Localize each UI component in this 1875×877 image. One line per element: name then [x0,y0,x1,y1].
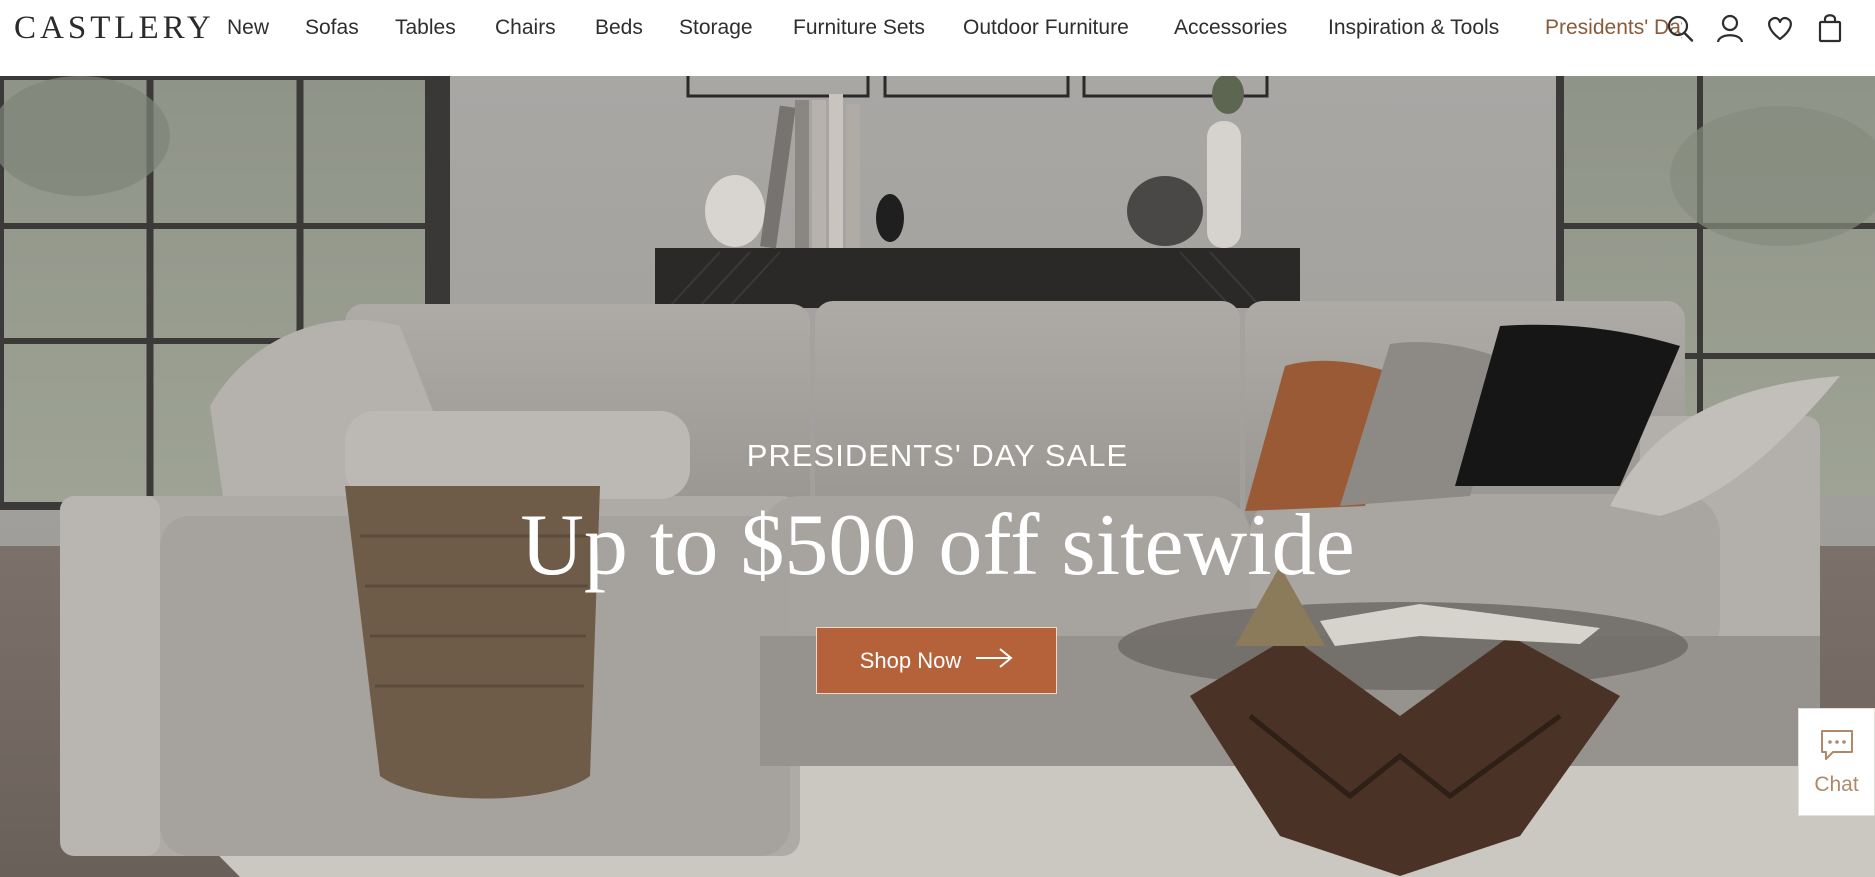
nav-item-inspiration-tools[interactable]: Inspiration & Tools [1328,15,1499,41]
main-nav: New Sofas Tables Chairs Beds Storage Fur… [227,0,1682,56]
chat-bubble-icon [1819,728,1855,767]
nav-item-tables[interactable]: Tables [395,15,456,41]
nav-item-chairs[interactable]: Chairs [495,15,556,41]
site-header: CASTLERY New Sofas Tables Chairs Beds St… [0,0,1875,76]
arrow-right-icon [975,647,1013,674]
nav-item-new[interactable]: New [227,15,269,41]
nav-item-beds[interactable]: Beds [595,15,643,41]
nav-item-outdoor-furniture[interactable]: Outdoor Furniture [963,15,1129,41]
shopping-bag-icon[interactable] [1815,12,1845,44]
nav-item-presidents-day-sale[interactable]: Presidents' Day Sale [1545,15,1682,41]
shop-now-label: Shop Now [859,647,962,673]
nav-item-storage[interactable]: Storage [679,15,753,41]
hero-eyebrow: PRESIDENTS' DAY SALE [746,438,1129,473]
hero-banner: PRESIDENTS' DAY SALE Up to $500 off site… [0,76,1875,877]
chat-label: Chat [1814,772,1859,796]
castlery-logo[interactable]: CASTLERY [14,10,215,46]
nav-item-accessories[interactable]: Accessories [1174,15,1287,41]
living-room-hero-image [0,76,1875,877]
wishlist-heart-icon[interactable] [1765,12,1795,44]
search-icon[interactable] [1665,12,1695,44]
hero-title: Up to $500 off sitewide [520,497,1355,594]
nav-item-sofas[interactable]: Sofas [305,15,359,41]
shop-now-button[interactable]: Shop Now [816,627,1057,694]
account-icon[interactable] [1715,12,1745,44]
chat-widget[interactable]: Chat [1798,708,1875,816]
nav-item-furniture-sets[interactable]: Furniture Sets [793,15,925,41]
